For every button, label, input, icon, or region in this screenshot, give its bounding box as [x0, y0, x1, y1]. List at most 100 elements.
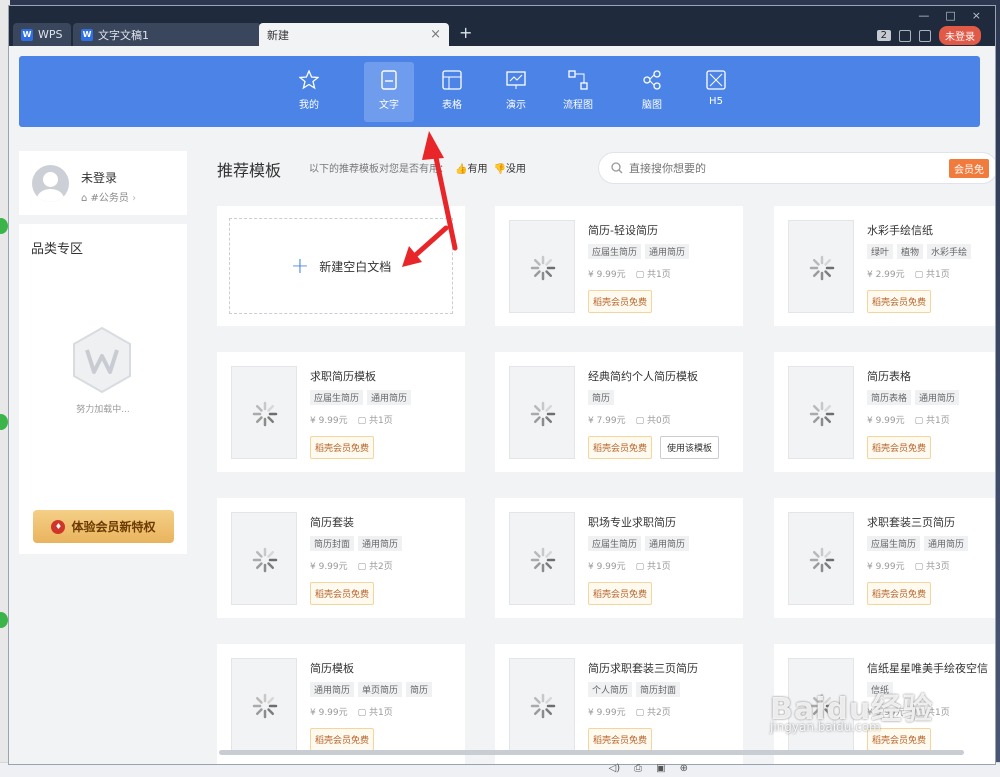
spreadsheet-icon [442, 70, 462, 90]
user-tag-label: #公务员 [90, 193, 129, 204]
template-tag[interactable]: 通用简历 [915, 390, 960, 405]
new-blank-document-button[interactable]: + 新建空白文档 [229, 218, 453, 314]
template-card[interactable]: 简历套装 简历封面 通用简历 ¥ 9.99元 ▢ 共2页 稻壳会员免费 [217, 498, 465, 618]
template-thumbnail[interactable] [788, 512, 854, 605]
template-tag[interactable]: 水彩手绘 [927, 244, 972, 259]
category-flowchart[interactable]: 流程图 [553, 62, 603, 122]
template-tag[interactable]: 应届生简历 [588, 536, 642, 551]
template-title[interactable]: 经典简约个人简历模板 [588, 368, 698, 384]
template-card[interactable]: 职场专业求职简历 应届生简历 通用简历 ¥ 9.99元 ▢ 共1页 稻壳会员免费 [495, 498, 743, 618]
template-tag[interactable]: 应届生简历 [588, 244, 642, 259]
template-card[interactable]: 求职套装三页简历 应届生简历 通用简历 ¥ 9.99元 ▢ 共3页 稻壳会员免费 [774, 498, 995, 618]
new-blank-document-card[interactable]: + 新建空白文档 [217, 206, 465, 326]
search-box[interactable] [598, 152, 995, 184]
category-document[interactable]: 文字 [364, 62, 414, 122]
template-title[interactable]: 简历模板 [310, 660, 354, 676]
close-tab-icon[interactable]: × [430, 27, 441, 42]
horizontal-scrollbar[interactable] [219, 750, 964, 755]
template-tag[interactable]: 个人简历 [588, 682, 633, 697]
template-tag[interactable]: 通用简历 [358, 536, 403, 551]
template-thumbnail[interactable] [788, 220, 854, 313]
window-count-badge[interactable]: 2 [876, 30, 891, 41]
category-h5[interactable]: H5 [691, 62, 741, 122]
print-icon[interactable]: ⎙ [634, 763, 642, 774]
template-card[interactable]: 简历模板 通用简历 单页简历 简历 ¥ 9.99元 ▢ 共1页 稻壳会员免费 [217, 644, 465, 764]
template-card[interactable]: 经典简约个人简历模板 简历 ¥ 7.99元 ▢ 共0页 稻壳会员免费 使用该模板 [495, 352, 743, 472]
template-tag[interactable]: 单页简历 [358, 682, 403, 697]
tab-new[interactable]: 新建 × [259, 23, 449, 46]
vip-free-tag[interactable]: 稻壳会员免费 [867, 436, 932, 459]
template-tag[interactable]: 通用简历 [310, 682, 355, 697]
template-thumbnail[interactable] [509, 658, 575, 751]
template-title[interactable]: 水彩手绘信纸 [867, 222, 933, 238]
template-card[interactable]: 简历求职套装三页简历 个人简历 简历封面 ¥ 9.99元 ▢ 共2页 稻壳会员免费 [495, 644, 743, 764]
template-tag[interactable]: 通用简历 [367, 390, 412, 405]
template-title[interactable]: 求职套装三页简历 [867, 514, 955, 530]
template-title[interactable]: 简历表格 [867, 368, 911, 384]
vip-free-tag[interactable]: 稻壳会员免费 [310, 582, 375, 605]
template-thumbnail[interactable] [231, 512, 297, 605]
zoom-icon[interactable]: ⊕ [680, 763, 688, 774]
shirt-icon[interactable] [919, 29, 931, 42]
tab-wps[interactable]: W WPS [13, 23, 71, 46]
template-tag[interactable]: 通用简历 [645, 244, 690, 259]
use-template-button[interactable]: 使用该模板 [660, 436, 720, 459]
template-card[interactable]: 简历表格 简历表格 通用简历 ¥ 9.99元 ▢ 共1页 稻壳会员免费 [774, 352, 995, 472]
avatar[interactable] [32, 165, 69, 202]
template-tag[interactable]: 通用简历 [924, 536, 969, 551]
template-thumbnail[interactable] [509, 366, 575, 459]
template-tag[interactable]: 应届生简历 [310, 390, 364, 405]
template-title[interactable]: 简历-轻设简历 [588, 222, 658, 238]
template-title[interactable]: 简历求职套装三页简历 [588, 660, 698, 676]
category-spreadsheet[interactable]: 表格 [427, 62, 477, 122]
template-tag[interactable]: 简历 [406, 682, 433, 697]
vip-free-tag[interactable]: 稻壳会员免费 [310, 436, 375, 459]
template-tag[interactable]: 简历封面 [636, 682, 681, 697]
template-tag[interactable]: 简历表格 [867, 390, 912, 405]
category-mindmap[interactable]: 脑图 [627, 62, 677, 122]
user-name[interactable]: 未登录 [81, 169, 117, 186]
category-star[interactable]: 我的 [284, 62, 334, 122]
template-title[interactable]: 求职简历模板 [310, 368, 376, 384]
template-card[interactable]: 简历-轻设简历 应届生简历 通用简历 ¥ 9.99元 ▢ 共1页 稻壳会员免费 [495, 206, 743, 326]
useful-button[interactable]: 👍有用 [455, 160, 487, 175]
template-tag[interactable]: 应届生简历 [867, 536, 921, 551]
page-view-icon[interactable]: ▣ [656, 763, 665, 774]
search-input[interactable] [629, 161, 929, 175]
skin-icon[interactable] [899, 29, 911, 42]
vip-free-tag[interactable]: 稻壳会员免费 [310, 728, 375, 751]
minimize-icon[interactable]: — [918, 9, 929, 22]
template-thumbnail[interactable] [509, 220, 575, 313]
close-window-icon[interactable]: × [972, 9, 981, 22]
template-card[interactable]: 求职简历模板 应届生简历 通用简历 ¥ 9.99元 ▢ 共1页 稻壳会员免费 [217, 352, 465, 472]
template-thumbnail[interactable] [231, 658, 297, 751]
vip-privilege-button[interactable]: ♦ 体验会员新特权 [33, 510, 174, 543]
useless-button[interactable]: 👎没用 [493, 160, 525, 175]
tab-document[interactable]: W 文字文稿1 [73, 23, 261, 46]
template-tag[interactable]: 绿叶 [867, 244, 894, 259]
login-button[interactable]: 未登录 [939, 26, 981, 45]
vip-free-tag[interactable]: 稻壳会员免费 [588, 728, 653, 751]
template-thumbnail[interactable] [788, 366, 854, 459]
template-title[interactable]: 职场专业求职简历 [588, 514, 676, 530]
template-thumbnail[interactable] [509, 512, 575, 605]
vip-free-tag[interactable]: 稻壳会员免费 [588, 290, 653, 313]
vip-free-tag[interactable]: 稻壳会员免费 [588, 436, 653, 459]
template-thumbnail[interactable] [231, 366, 297, 459]
add-tab-button[interactable]: + [459, 23, 472, 42]
template-tag[interactable]: 简历封面 [310, 536, 355, 551]
vip-free-tag[interactable]: 稻壳会员免费 [867, 290, 932, 313]
vip-free-badge[interactable]: 会员免 [949, 159, 989, 178]
speaker-icon[interactable]: ◁) [609, 763, 621, 774]
template-card[interactable]: 水彩手绘信纸 绿叶 植物 水彩手绘 ¥ 2.99元 ▢ 共1页 稻壳会员免费 [774, 206, 995, 326]
template-tag[interactable]: 通用简历 [645, 536, 690, 551]
vip-free-tag[interactable]: 稻壳会员免费 [867, 582, 932, 605]
template-title[interactable]: 简历套装 [310, 514, 354, 530]
vip-free-tag[interactable]: 稻壳会员免费 [588, 582, 653, 605]
user-card[interactable]: 未登录 ⌂ #公务员 › [19, 151, 187, 215]
template-tag[interactable]: 植物 [897, 244, 924, 259]
maximize-icon[interactable]: □ [945, 9, 955, 22]
category-presentation[interactable]: 演示 [491, 62, 541, 122]
template-tag[interactable]: 简历 [588, 390, 615, 405]
chevron-icon[interactable]: › [132, 193, 136, 204]
